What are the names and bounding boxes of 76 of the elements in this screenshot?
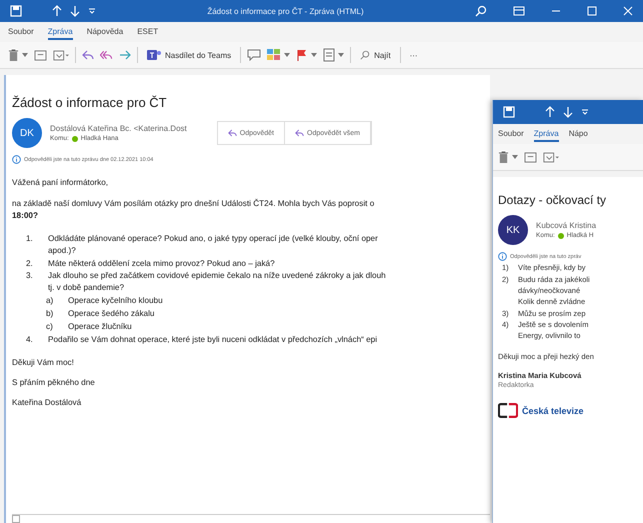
print-icon[interactable] [323, 48, 336, 62]
caret-icon[interactable] [22, 53, 28, 57]
signature-name: Kateřina Dostálová [12, 398, 82, 407]
up-arrow-icon[interactable] [52, 5, 62, 17]
list-letter: a) [46, 295, 54, 308]
greeting-text: Vážená paní informátorko, [12, 178, 110, 187]
reply-all-icon[interactable] [100, 50, 113, 60]
ribbon-tab[interactable]: Zpráva [48, 24, 73, 40]
up-arrow-icon[interactable] [545, 106, 555, 118]
trash-icon[interactable] [498, 150, 509, 164]
presence-icon [72, 136, 78, 142]
save-icon[interactable] [503, 106, 515, 118]
message-subject: Žádost o informace pro ČT [12, 95, 168, 110]
dropdown-icon[interactable] [88, 7, 96, 15]
ribbon-tab[interactable]: Soubor [498, 126, 524, 142]
list-letter: b) [46, 308, 54, 320]
archive-icon[interactable] [34, 50, 47, 60]
forward-icon[interactable] [119, 50, 131, 60]
ribbon-tab[interactable]: Zpráva [534, 126, 559, 142]
ribbon-tab[interactable]: ESET [137, 24, 158, 40]
ribbon-tab[interactable]: Nápověda [86, 24, 124, 40]
reply-icon[interactable] [82, 50, 94, 60]
message-subject: Dotazy - očkovací ty [498, 193, 608, 207]
list-number: 4. [26, 334, 34, 346]
move-folder-icon[interactable] [53, 50, 69, 60]
list-letter: c) [46, 321, 54, 333]
caret-icon[interactable] [338, 53, 344, 57]
info-icon [12, 155, 21, 164]
caret-icon[interactable] [284, 53, 290, 57]
reply-icon [228, 129, 237, 137]
archive-icon[interactable] [524, 152, 537, 162]
sub-item-text: Operace šedého zákalu [68, 308, 154, 320]
list-number: 2. [26, 258, 34, 270]
sender-name: Kubcová Kristina [536, 221, 596, 230]
move-folder-icon[interactable] [543, 152, 559, 162]
share-to-teams-button[interactable]: Nasdílet do Teams [144, 47, 234, 63]
dropdown-icon[interactable] [581, 108, 589, 116]
down-arrow-icon[interactable] [563, 106, 573, 118]
search-icon[interactable] [475, 5, 487, 17]
reply-icon [295, 129, 304, 137]
teams-icon [147, 49, 161, 61]
sender-name: Dostálová Kateřina Bc. <Katerina.Dost [50, 124, 187, 133]
question-text: Máte některá oddělení zcela mimo provoz? Pokud ano – jaká? [48, 258, 275, 270]
list-number: 1. [26, 232, 34, 245]
question-text: Odkládáte plánované operace? Pokud ano, o jaké typy operací jde (velké klouby, oční oper apod.)? [48, 232, 378, 257]
flag-icon[interactable] [296, 49, 308, 61]
save-icon[interactable] [10, 5, 22, 17]
caret-icon[interactable] [311, 53, 318, 57]
body-paragraph: na základě naší domluvy Vám posílám otázky pro dnešní Události ČT24. Mohla bych Vás poprosit o 18:00? [12, 198, 376, 222]
closing-text: Děkuji Vám moc! [12, 358, 75, 367]
question-text: Podařilo se Vám dohnat operace, které jste byli nuceni odkládat v předchozích „vlnách“ epi [48, 334, 378, 346]
maximize-icon[interactable] [587, 6, 597, 16]
avatar: KK [498, 215, 528, 245]
comment-icon[interactable] [247, 49, 262, 61]
avatar: DK [12, 118, 42, 148]
closing-text: S přáním pěkného dne [12, 378, 96, 387]
list-number: 3. [26, 270, 34, 282]
more-button[interactable]: ··· [406, 48, 421, 62]
sub-item-text: Operace kyčelního kloubu [68, 295, 163, 308]
ribbon-tab[interactable]: Soubor [8, 24, 34, 40]
sub-item-text: Operace žlučníku [68, 321, 132, 333]
ribbon-display-icon[interactable] [513, 6, 525, 16]
search-icon [360, 50, 370, 60]
trash-icon[interactable] [8, 48, 19, 62]
tv-logo-icon [498, 403, 518, 418]
presence-icon [558, 232, 564, 238]
down-arrow-icon[interactable] [70, 5, 80, 17]
ribbon-tab[interactable]: Nápo [568, 126, 588, 142]
logo-text: Česká televize [522, 406, 584, 416]
categories-icon[interactable] [267, 49, 282, 61]
find-button[interactable]: Najít [357, 48, 394, 62]
close-icon[interactable] [623, 6, 633, 16]
window-title: Žádost o informace pro ČT - Zpráva (HTML) [206, 6, 365, 16]
question-text: Jak dlouho se před začátkem covidové epidemie čekalo na níže uvedené zákroky a jak dlouh tj. v době pandemie? [48, 270, 386, 294]
info-icon [498, 252, 507, 261]
caret-icon[interactable] [512, 155, 518, 159]
